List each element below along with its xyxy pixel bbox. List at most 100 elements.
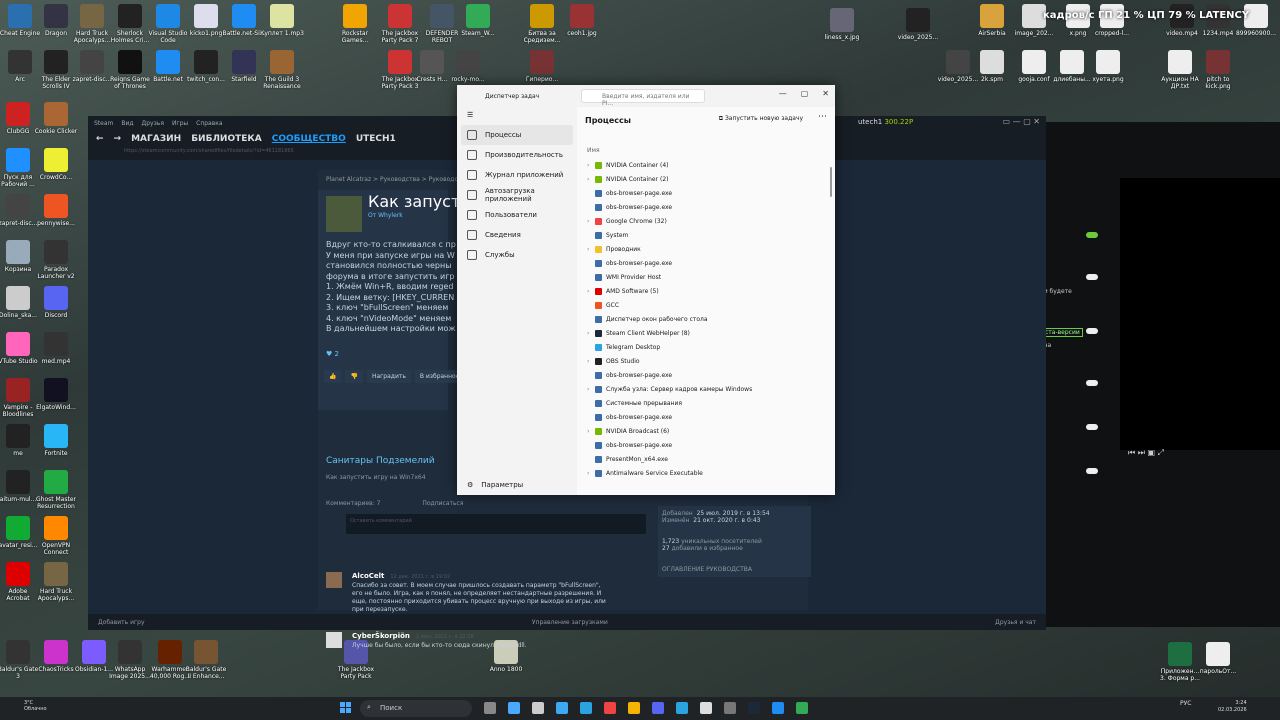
process-row[interactable]: obs-browser-page.exe [577, 438, 835, 452]
taskbar-app-icon[interactable] [652, 702, 664, 714]
desktop-icon[interactable]: Гиперио... [520, 50, 564, 90]
toggle-switch[interactable] [1086, 424, 1098, 430]
forward-icon[interactable]: → [114, 134, 122, 144]
desktop-icon[interactable]: Hard Truck Apocalyps... [34, 562, 78, 602]
friends-chat-button[interactable]: Друзья и чат [995, 619, 1036, 626]
subscribe-link[interactable]: Подписаться [422, 500, 463, 507]
process-row[interactable]: obs-browser-page.exe [577, 368, 835, 382]
desktop-icon[interactable]: CrowdCo... [34, 148, 78, 188]
process-row[interactable]: GCC [577, 298, 835, 312]
taskbar-app-icon[interactable] [724, 702, 736, 714]
sidebar-item[interactable]: Сведения [457, 225, 577, 245]
desktop-icon[interactable]: Discord [34, 286, 78, 326]
taskbar-app-icon[interactable] [484, 702, 496, 714]
scrollbar[interactable] [830, 167, 832, 197]
settings-button[interactable]: ⚙ Параметры [467, 481, 523, 489]
sidebar-item[interactable]: Журнал приложений [457, 165, 577, 185]
process-row[interactable]: obs-browser-page.exe [577, 410, 835, 424]
expand-chevron-icon[interactable]: › [587, 428, 595, 435]
toggle-switch[interactable] [1086, 328, 1098, 334]
process-row[interactable]: › NVIDIA Container (2) [577, 172, 835, 186]
desktop-icon[interactable]: OpenVPN Connect [34, 516, 78, 556]
desktop-icon[interactable]: pitch to kick.png [1196, 50, 1240, 90]
process-row[interactable]: Telegram Desktop [577, 340, 835, 354]
desktop-icon[interactable]: ElgatoWind... [34, 378, 78, 418]
taskbar-app-icon[interactable] [700, 702, 712, 714]
desktop-icon[interactable]: WhatsApp Image 2025... [108, 640, 152, 680]
desktop-icon[interactable]: Ghost Master Resurrection [34, 470, 78, 510]
taskbar-app-icon[interactable] [508, 702, 520, 714]
comment-author[interactable]: CyberŠkorpiön 2 июн. 2021 г. в 22:58 [352, 632, 474, 640]
desktop-icon[interactable]: Baldur's Gate II Enhance... [184, 640, 228, 680]
run-new-task-button[interactable]: ⧉ Запустить новую задачу [719, 115, 803, 123]
process-row[interactable]: › Google Chrome (32) [577, 214, 835, 228]
taskbar-search[interactable]: ⌕ Поиск [360, 700, 472, 717]
steam-nav-tab[interactable]: МАГАЗИН [131, 134, 181, 144]
weather-widget[interactable]: 3°C Облачно [24, 700, 47, 712]
window-controls[interactable]: ▭ — ▢ ✕ [1003, 117, 1040, 126]
guide-author[interactable]: От Whylerk [368, 212, 403, 219]
desktop-icon[interactable]: rocky-mo... [446, 50, 490, 90]
process-row[interactable]: WMI Provider Host [577, 270, 835, 284]
sidebar-item[interactable]: Производительность [457, 145, 577, 165]
expand-chevron-icon[interactable]: › [587, 288, 595, 295]
desktop-icon[interactable]: хуета.png [1086, 50, 1130, 90]
process-row[interactable]: › AMD Software (5) [577, 284, 835, 298]
expand-chevron-icon[interactable]: › [587, 218, 595, 225]
menu-item-2[interactable]: Друзья [142, 120, 164, 127]
desktop-icon[interactable]: Steam_W... [456, 4, 500, 44]
expand-chevron-icon[interactable]: › [587, 162, 595, 169]
taskbar-app-icon[interactable] [796, 702, 808, 714]
process-row[interactable]: › NVIDIA Container (4) [577, 158, 835, 172]
sidebar-item[interactable]: Автозагрузка приложений [457, 185, 577, 205]
taskbar-app-icon[interactable] [772, 702, 784, 714]
desktop-icon[interactable]: AirSerbia [970, 4, 1014, 44]
process-row[interactable]: obs-browser-page.exe [577, 186, 835, 200]
close-icon[interactable]: ✕ [822, 89, 829, 98]
desktop-icon[interactable]: Куплет 1.mp3 [260, 4, 304, 44]
toggle-switch[interactable] [1086, 232, 1098, 238]
maximize-icon[interactable]: ▢ [801, 89, 809, 98]
sidebar-item[interactable]: Пользователи [457, 205, 577, 225]
desktop-icon[interactable]: The Jackbox Party Pack 7 [378, 4, 422, 44]
desktop-icon[interactable]: The Guild 3 Renaissance [260, 50, 304, 90]
taskbar-app-icon[interactable] [604, 702, 616, 714]
search-input[interactable]: Введите имя, издателя или PI... [581, 89, 705, 107]
start-button[interactable] [340, 702, 352, 714]
expand-chevron-icon[interactable]: › [587, 386, 595, 393]
minimize-icon[interactable]: — [779, 89, 787, 98]
award-button[interactable]: Наградить [366, 370, 411, 383]
clock[interactable]: 3:24 02.03.2026 [1218, 700, 1247, 714]
process-row[interactable]: Диспетчер окон рабочего стола [577, 312, 835, 326]
desktop-icon[interactable]: Rockstar Games... [333, 4, 377, 44]
avatar[interactable] [326, 632, 342, 648]
process-row[interactable]: Системные прерывания [577, 396, 835, 410]
taskbar-app-icon[interactable] [580, 702, 592, 714]
comment-input[interactable]: Оставить комментарий [346, 514, 646, 534]
process-row[interactable]: › Steam Client WebHelper (8) [577, 326, 835, 340]
expand-chevron-icon[interactable]: › [587, 176, 595, 183]
process-row[interactable]: obs-browser-page.exe [577, 256, 835, 270]
desktop-icon[interactable]: pennywise... [34, 194, 78, 234]
player-controls-icon[interactable]: ⏮ ⏭ ▣ ⤢ [1128, 448, 1164, 458]
comment-author[interactable]: AlcoCelt 12 дек. 2021 г. в 19:02 [352, 572, 450, 580]
steam-user[interactable]: utech1 300.22Р [858, 118, 913, 126]
steam-nav-tab[interactable]: UTECH1 [356, 134, 396, 144]
desktop-icon[interactable]: Fortnite [34, 424, 78, 464]
process-row[interactable]: obs-browser-page.exe [577, 200, 835, 214]
thumbs-up-button[interactable]: 👍 [324, 370, 342, 383]
desktop-icon[interactable]: Битва за Средизем... [520, 4, 564, 44]
taskbar-app-icon[interactable] [676, 702, 688, 714]
process-row[interactable]: PresentMon_x64.exe [577, 452, 835, 466]
game-title-link[interactable]: Санитары Подземелий [326, 456, 435, 466]
process-row[interactable]: System [577, 228, 835, 242]
process-row[interactable]: › OBS Studio [577, 354, 835, 368]
taskbar-app-icon[interactable] [628, 702, 640, 714]
thumbs-down-button[interactable]: 👎 [345, 370, 363, 383]
expand-chevron-icon[interactable]: › [587, 246, 595, 253]
desktop-icon[interactable]: 2k.spm [970, 50, 1014, 90]
toggle-switch[interactable] [1086, 274, 1098, 280]
desktop-icon[interactable]: Paradox Launcher v2 [34, 240, 78, 280]
steam-nav-tab[interactable]: БИБЛИОТЕКА [191, 134, 262, 144]
desktop-icon[interactable]: med.mp4 [34, 332, 78, 372]
